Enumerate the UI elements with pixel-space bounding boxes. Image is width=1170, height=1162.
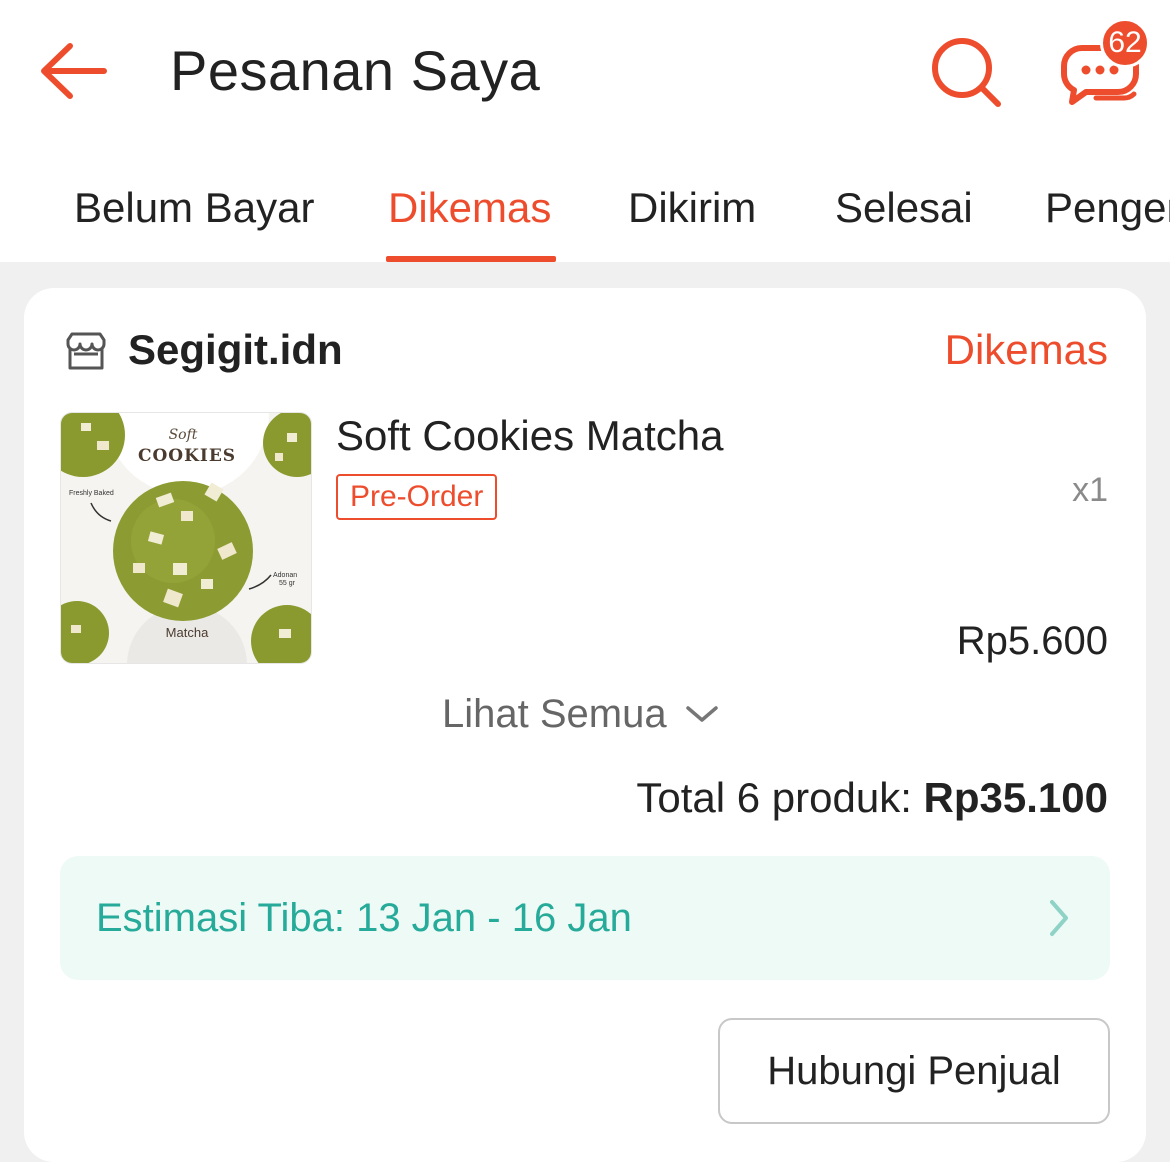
order-status-label: Dikemas [944,326,1108,373]
tab-dikirim[interactable]: Dikirim [628,182,756,234]
tab-dikemas[interactable]: Dikemas [388,182,551,234]
image-right-note-1: Adonan [273,572,297,579]
order-card[interactable]: Segigit.idn Dikemas Soft COOKIES Freshly… [24,288,1146,1162]
delivery-estimate-text: Estimasi Tiba: 13 Jan - 16 Jan [96,896,632,940]
product-photo: Soft COOKIES Freshly Baked Adonan 55 gr … [61,413,311,663]
order-status-tabs: Belum Bayar Dikemas Dikirim Selesai Peng… [0,170,1170,262]
shop-icon [66,332,106,370]
product-price: Rp5.600 [956,619,1108,663]
delivery-estimate-row[interactable]: Estimasi Tiba: 13 Jan - 16 Jan [60,856,1110,980]
image-left-note: Freshly Baked [69,490,114,497]
product-name[interactable]: Soft Cookies Matcha [336,410,724,462]
product-quantity: x1 [1072,471,1108,509]
image-right-note-2: 55 gr [279,580,296,587]
order-total: Total 6 produk: Rp35.100 [636,772,1108,824]
contact-seller-button[interactable]: Hubungi Penjual [718,1018,1110,1124]
image-flavor-text: Matcha [166,625,209,640]
top-header: Pesanan Saya 62 Belum Bayar Dikemas Diki… [0,0,1170,262]
image-title-text: COOKIES [138,446,236,466]
back-arrow-icon [41,43,107,99]
tab-selesai[interactable]: Selesai [835,182,973,234]
total-label: Total 6 produk: [636,774,912,821]
product-image[interactable]: Soft COOKIES Freshly Baked Adonan 55 gr … [60,412,312,664]
tab-belum-bayar[interactable]: Belum Bayar [74,182,314,234]
total-amount: Rp35.100 [923,774,1108,821]
preorder-badge: Pre-Order [336,474,498,520]
see-all-button[interactable]: Lihat Semua [442,686,719,742]
image-script-text: Soft [169,427,198,443]
search-icon [932,38,1001,107]
chevron-right-icon [1050,900,1068,936]
page-title: Pesanan Saya [170,39,541,102]
chat-unread-badge: 62 [1100,18,1150,68]
shop-name[interactable]: Segigit.idn [128,324,343,376]
see-all-label: Lihat Semua [442,692,667,736]
active-tab-indicator [386,256,556,262]
back-button[interactable] [36,36,112,106]
chevron-down-icon [685,706,718,722]
search-button[interactable] [928,36,1004,110]
tab-pengembalian[interactable]: Pengem [1045,182,1170,234]
